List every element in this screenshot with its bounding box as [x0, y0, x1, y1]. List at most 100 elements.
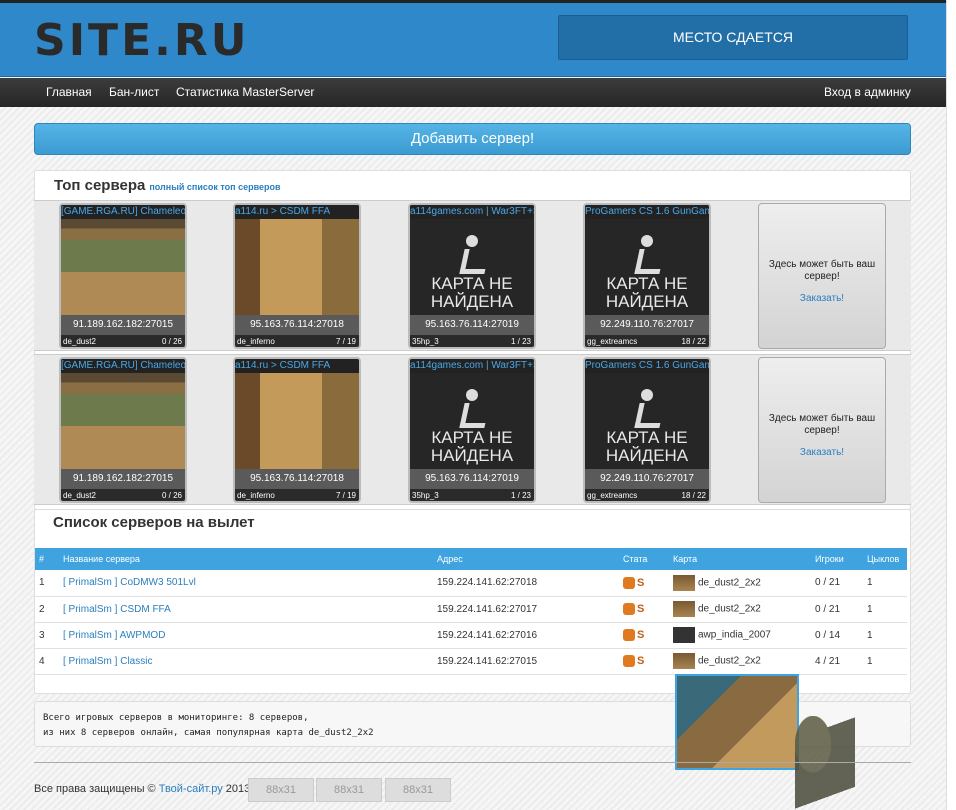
site-logo[interactable]: SITE.RU — [34, 16, 249, 66]
map-not-found-thumbnail: КАРТА НЕ НАЙДЕНА — [585, 219, 709, 315]
server-link[interactable]: [ PrimalSm ] CoDMW3 501Lvl — [63, 577, 196, 588]
stats-s-icon[interactable]: S — [637, 577, 644, 589]
nav-masterserver-stats[interactable]: Статистика MasterServer — [176, 78, 314, 107]
map-name: de_dust2_2x2 — [698, 655, 761, 667]
server-name: ProGamers CS 1.6 GunGame — [585, 359, 709, 373]
nav-home[interactable]: Главная — [46, 78, 92, 107]
ad-banner[interactable]: МЕСТО СДАЕТСЯ — [558, 15, 908, 60]
server-link[interactable]: [ PrimalSm ] CSDM FFA — [63, 604, 171, 615]
map-mini-thumbnail[interactable] — [673, 574, 695, 591]
map-name: gg_extreamcs — [587, 337, 638, 346]
add-server-button[interactable]: Добавить сервер! — [34, 123, 911, 155]
server-address: 159.224.141.62:27017 — [433, 596, 619, 623]
top-servers-title: Топ сервера полный список топ серверов — [54, 177, 281, 194]
server-link[interactable]: [ PrimalSm ] Classic — [63, 656, 152, 667]
col-number: # — [35, 548, 59, 570]
map-not-found-thumbnail: КАРТА НЕ НАЙДЕНА — [410, 373, 534, 469]
gametracker-icon[interactable] — [623, 576, 635, 589]
row-number: 1 — [35, 570, 59, 597]
row-number: 3 — [35, 622, 59, 649]
row-number: 2 — [35, 596, 59, 623]
map-mini-thumbnail[interactable] — [673, 653, 695, 669]
server-ip: 95.163.76.114:27018 — [235, 315, 359, 335]
footer-banner[interactable]: 88x31 — [385, 778, 451, 802]
players-count: 0 / 21 — [811, 570, 863, 597]
map-cell: de_dust2_2x2 — [669, 648, 811, 675]
top-server-card[interactable]: [GAME.RGA.RU] ChameleoN 91.189.162.182:2… — [59, 203, 187, 349]
col-stats: Стата — [619, 548, 669, 570]
map-name: de_inferno — [237, 337, 275, 346]
col-address: Адрес — [433, 548, 619, 570]
server-ip: 91.189.162.182:27015 — [61, 315, 185, 335]
players-count: 0 / 14 — [811, 622, 863, 649]
gametracker-icon[interactable] — [623, 655, 635, 667]
stats-s-icon[interactable]: S — [637, 655, 644, 667]
order-link[interactable]: Заказать! — [759, 447, 885, 458]
map-cell: de_dust2_2x2 — [669, 596, 811, 623]
map-name: gg_extreamcs — [587, 491, 638, 500]
server-ip: 95.163.76.114:27019 — [410, 315, 534, 335]
players-count: 1 / 23 — [510, 491, 531, 500]
main-nav: Главная Бан-лист Статистика MasterServer… — [0, 78, 946, 107]
footer-divider — [34, 762, 911, 763]
top-server-card[interactable]: a114.ru > CSDM FFA 95.163.76.114:27018 d… — [233, 357, 361, 503]
map-thumbnail — [235, 219, 359, 315]
site-link[interactable]: Твой-сайт.ру — [159, 783, 223, 795]
players-count: 0 / 26 — [161, 491, 182, 500]
top-server-card[interactable]: ProGamers CS 1.6 GunGame КАРТА НЕ НАЙДЕН… — [583, 357, 711, 503]
players-count: 7 / 19 — [335, 491, 356, 500]
stats-s-icon[interactable]: S — [637, 603, 644, 615]
map-name: de_dust2_2x2 — [698, 577, 761, 589]
server-address: 159.224.141.62:27016 — [433, 622, 619, 649]
top-server-card[interactable]: a114games.com | War3FT+Sa КАРТА НЕ НАЙДЕ… — [408, 203, 536, 349]
players-count: 7 / 19 — [335, 337, 356, 346]
map-thumbnail — [235, 373, 359, 469]
vertical-scrollbar[interactable] — [946, 0, 956, 810]
top-server-card[interactable]: ProGamers CS 1.6 GunGame КАРТА НЕ НАЙДЕН… — [583, 203, 711, 349]
gametracker-icon[interactable] — [623, 603, 635, 615]
stats-s-icon[interactable]: S — [637, 629, 644, 641]
server-name: a114.ru > CSDM FFA — [235, 205, 359, 219]
table-row: 3 [ PrimalSm ] AWPMOD 159.224.141.62:270… — [35, 622, 907, 649]
server-name: a114games.com | War3FT+Sa — [410, 359, 534, 373]
promo-slot: Здесь может быть ваш сервер! Заказать! — [758, 203, 886, 349]
table-header-row: # Название сервера Адрес Стата Карта Игр… — [35, 548, 907, 570]
footer-banner[interactable]: 88x31 — [316, 778, 382, 802]
map-not-found-text: КАРТА НЕ НАЙДЕНА — [430, 274, 514, 311]
stats-cell: S — [619, 596, 669, 623]
server-ip: 95.163.76.114:27019 — [410, 469, 534, 489]
nav-banlist[interactable]: Бан-лист — [109, 78, 159, 107]
map-name: de_dust2 — [63, 491, 96, 500]
copyright-text: Все права защищены © — [34, 783, 156, 795]
top-server-card[interactable]: a114games.com | War3FT+Sa КАРТА НЕ НАЙДЕ… — [408, 357, 536, 503]
map-mini-thumbnail[interactable] — [673, 601, 695, 617]
order-link[interactable]: Заказать! — [759, 293, 885, 304]
top-full-list-link[interactable]: полный список топ серверов — [149, 182, 280, 192]
server-ip: 95.163.76.114:27018 — [235, 469, 359, 489]
footer-copyright: Все права защищены © Твой-сайт.ру 2013 — [34, 783, 250, 795]
gametracker-icon[interactable] — [623, 629, 635, 641]
row-number: 4 — [35, 648, 59, 675]
server-address: 159.224.141.62:27018 — [433, 570, 619, 597]
map-mini-thumbnail[interactable] — [673, 627, 695, 643]
players-count: 18 / 22 — [681, 491, 706, 500]
map-thumbnail — [61, 219, 185, 315]
stats-cell: S — [619, 648, 669, 675]
map-preview-popup — [675, 674, 799, 770]
site-header: SITE.RU МЕСТО СДАЕТСЯ — [0, 3, 946, 77]
runner-icon — [458, 235, 486, 271]
top-server-card[interactable]: [GAME.RGA.RU] ChameleoN 91.189.162.182:2… — [59, 357, 187, 503]
top-title-text: Топ сервера — [54, 177, 146, 194]
soldier-decoration — [795, 716, 855, 810]
footer-banner[interactable]: 88x31 — [248, 778, 314, 802]
map-not-found-text: КАРТА НЕ НАЙДЕНА — [430, 428, 514, 465]
players-count: 1 / 23 — [510, 337, 531, 346]
server-address: 159.224.141.62:27015 — [433, 648, 619, 675]
map-name: 35hp_3 — [412, 337, 439, 346]
nav-admin-login[interactable]: Вход в админку — [824, 78, 911, 107]
top-server-card[interactable]: a114.ru > CSDM FFA 95.163.76.114:27018 d… — [233, 203, 361, 349]
server-link[interactable]: [ PrimalSm ] AWPMOD — [63, 630, 165, 641]
server-ip: 92.249.110.76:27017 — [585, 315, 709, 335]
server-name: [GAME.RGA.RU] ChameleoN — [61, 359, 185, 373]
table-row: 1 [ PrimalSm ] CoDMW3 501Lvl 159.224.141… — [35, 570, 907, 597]
